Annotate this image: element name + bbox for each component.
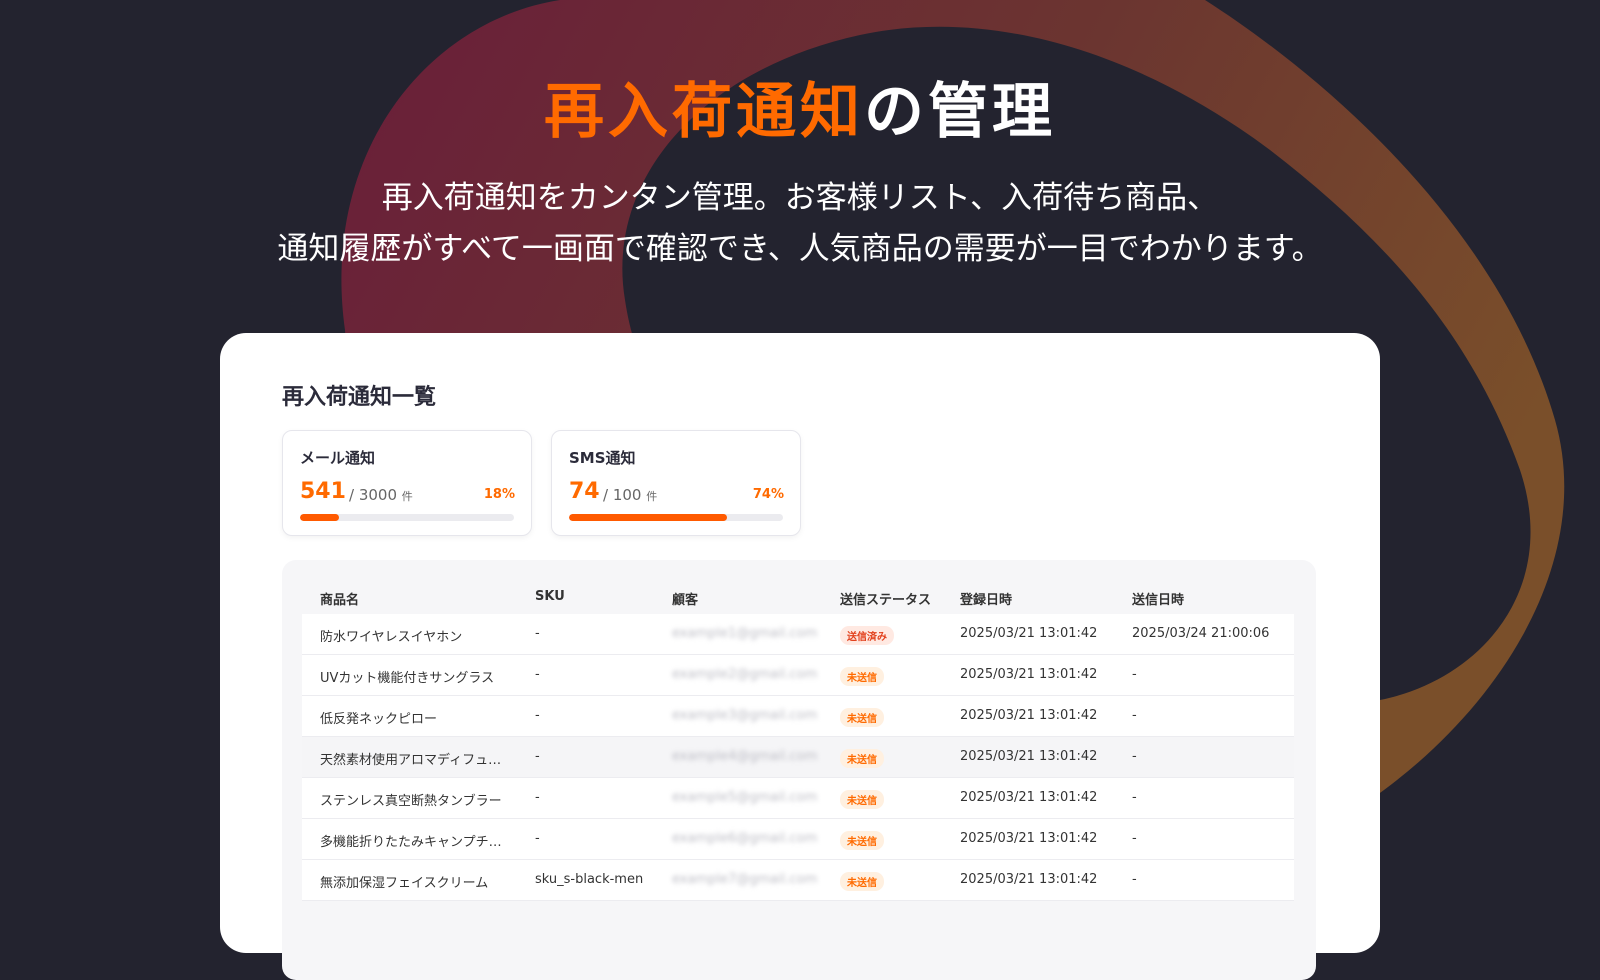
- cell-sent: -: [1132, 708, 1137, 723]
- cell-customer: example6@gmail.com: [672, 831, 818, 846]
- card-total: / 3000 件: [349, 486, 413, 504]
- progress-bar: [300, 514, 514, 521]
- cell-product: 低反発ネックピロー: [320, 712, 438, 727]
- cell-customer: example2@gmail.com: [672, 667, 818, 682]
- card-total-value: / 100: [603, 486, 642, 504]
- cell-sent: -: [1132, 831, 1137, 846]
- cell-registered: 2025/03/21 13:01:42: [960, 790, 1098, 805]
- card-total: / 100 件: [603, 486, 657, 504]
- cell-sku: sku_s-black-men: [535, 872, 644, 887]
- column-header-status[interactable]: 送信ステータス: [840, 589, 931, 608]
- cell-registered: 2025/03/21 13:01:42: [960, 872, 1098, 887]
- table-header: 商品名 SKU 顧客 送信ステータス 登録日時 送信日時: [302, 560, 1294, 615]
- status-badge: 未送信: [840, 790, 884, 809]
- progress-fill: [569, 514, 728, 521]
- sms-notification-card: SMS通知 74 / 100 件 74%: [551, 430, 801, 536]
- cell-sku: -: [535, 667, 540, 682]
- hero-title: 再入荷通知の管理: [0, 78, 1600, 147]
- table-row[interactable]: 天然素材使用アロマディフュー… - example4@gmail.com 未送信 202…: [302, 737, 1294, 778]
- column-header-sku[interactable]: SKU: [535, 589, 565, 604]
- cell-product: 天然素材使用アロマディフュー…: [320, 753, 505, 768]
- card-label: メール通知: [300, 449, 376, 467]
- cell-customer: example7@gmail.com: [672, 872, 818, 887]
- cell-sent: -: [1132, 872, 1137, 887]
- cell-registered: 2025/03/21 13:01:42: [960, 749, 1098, 764]
- cell-sent: -: [1132, 790, 1137, 805]
- cell-sku: -: [535, 749, 540, 764]
- card-percent: 18%: [483, 487, 515, 502]
- panel-title: 再入荷通知一覧: [282, 385, 437, 410]
- progress-bar: [569, 514, 783, 521]
- card-label: SMS通知: [569, 449, 636, 467]
- status-badge: 未送信: [840, 749, 884, 768]
- cell-customer: example5@gmail.com: [672, 790, 818, 805]
- hero-subtitle-line-1: 再入荷通知をカンタン管理。お客様リスト、入荷待ち商品、: [381, 180, 1219, 216]
- table-row[interactable]: 低反発ネックピロー - example3@gmail.com 未送信 2025/03/2…: [302, 696, 1294, 737]
- column-header-customer[interactable]: 顧客: [672, 589, 698, 608]
- table-body: 防水ワイヤレスイヤホン - example1@gmail.com 送信済み 2025/0…: [302, 614, 1294, 901]
- hero-title-accent: 再入荷通知: [544, 77, 864, 147]
- cell-sent: -: [1132, 667, 1137, 682]
- status-badge: 未送信: [840, 831, 884, 850]
- cell-product: ステンレス真空断熱タンブラー: [320, 794, 502, 809]
- table-row[interactable]: 防水ワイヤレスイヤホン - example1@gmail.com 送信済み 2025/0…: [302, 614, 1294, 655]
- table-row[interactable]: 無添加保湿フェイスクリーム sku_s-black-men example7@gma…: [302, 860, 1294, 901]
- table-row[interactable]: 多機能折りたたみキャンプチェア - example6@gmail.com 未送信 202…: [302, 819, 1294, 860]
- hero-subtitle-line-2: 通知履歴がすべて一画面で確認でき、人気商品の需要が一目でわかります。: [277, 231, 1323, 267]
- cell-product: 無添加保湿フェイスクリーム: [320, 876, 489, 891]
- status-badge: 未送信: [840, 708, 884, 727]
- card-unit: 件: [401, 490, 413, 503]
- status-badge: 未送信: [840, 872, 884, 891]
- restock-notification-panel: 再入荷通知一覧 メール通知 541 / 3000 件 18% SMS通知 74 …: [220, 333, 1380, 980]
- cell-customer: example4@gmail.com: [672, 749, 818, 764]
- cell-product: 防水ワイヤレスイヤホン: [320, 630, 463, 645]
- card-percent: 74%: [752, 487, 784, 502]
- cell-product: 多機能折りたたみキャンプチェア: [320, 835, 505, 850]
- cell-registered: 2025/03/21 13:01:42: [960, 667, 1098, 682]
- card-unit: 件: [646, 490, 658, 503]
- card-total-value: / 3000: [349, 486, 397, 504]
- notification-table: 商品名 SKU 顧客 送信ステータス 登録日時 送信日時 防水ワイヤレスイヤホン…: [282, 560, 1316, 980]
- cell-sku: -: [535, 708, 540, 723]
- table-row[interactable]: ステンレス真空断熱タンブラー - example5@gmail.com 未送信 2025…: [302, 778, 1294, 819]
- hero-subtitle: 再入荷通知をカンタン管理。お客様リスト、入荷待ち商品、 通知履歴がすべて一画面で…: [0, 173, 1600, 275]
- cell-sku: -: [535, 831, 540, 846]
- email-notification-card: メール通知 541 / 3000 件 18%: [282, 430, 532, 536]
- card-count: 541: [300, 479, 346, 504]
- cell-customer: example3@gmail.com: [672, 708, 818, 723]
- hero-title-rest: の管理: [864, 77, 1056, 147]
- column-header-registered[interactable]: 登録日時: [960, 589, 1012, 608]
- card-count: 74: [569, 479, 600, 504]
- cell-registered: 2025/03/21 13:01:42: [960, 831, 1098, 846]
- table-row[interactable]: UVカット機能付きサングラス - example2@gmail.com 未送信 2025…: [302, 655, 1294, 696]
- column-header-sent[interactable]: 送信日時: [1132, 589, 1184, 608]
- cell-customer: example1@gmail.com: [672, 626, 818, 641]
- cell-product: UVカット機能付きサングラス: [320, 671, 495, 686]
- progress-fill: [300, 514, 339, 521]
- cell-registered: 2025/03/21 13:01:42: [960, 708, 1098, 723]
- cell-sent: 2025/03/24 21:00:06: [1132, 626, 1270, 641]
- status-badge: 未送信: [840, 667, 884, 686]
- cell-registered: 2025/03/21 13:01:42: [960, 626, 1098, 641]
- cell-sku: -: [535, 626, 540, 641]
- cell-sent: -: [1132, 749, 1137, 764]
- column-header-product[interactable]: 商品名: [320, 589, 359, 608]
- status-badge: 送信済み: [840, 626, 894, 645]
- cell-sku: -: [535, 790, 540, 805]
- hero-section: 再入荷通知の管理 再入荷通知をカンタン管理。お客様リスト、入荷待ち商品、 通知履…: [0, 78, 1600, 275]
